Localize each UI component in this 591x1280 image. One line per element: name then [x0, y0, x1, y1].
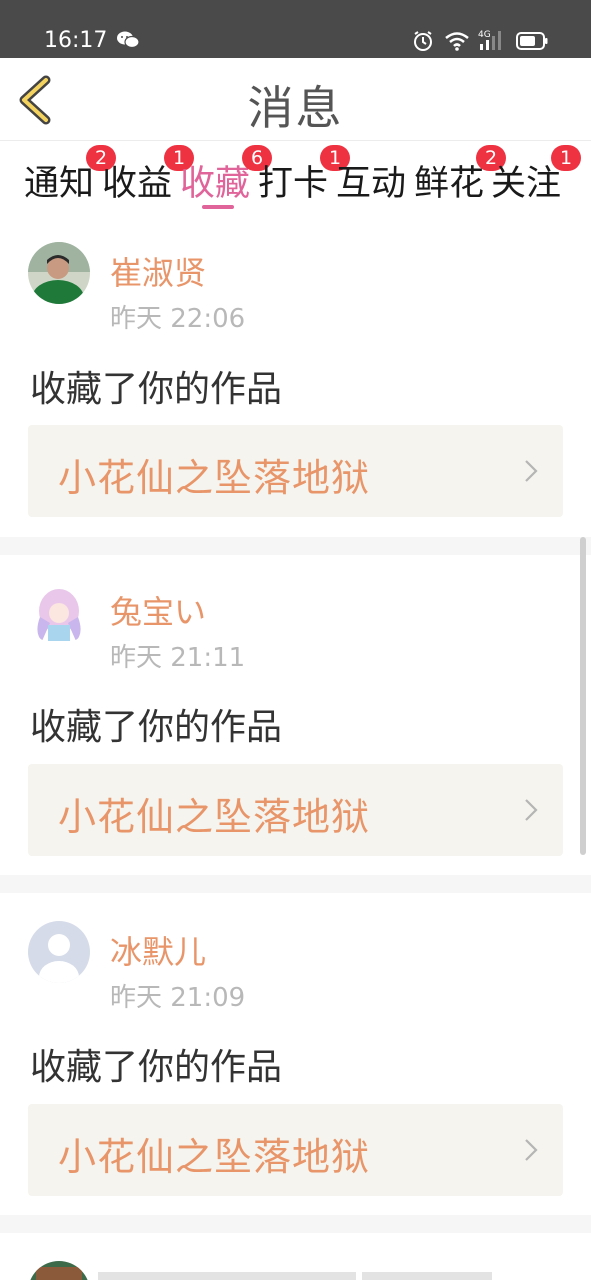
default-avatar-icon[interactable] — [28, 921, 90, 983]
action-text: 收藏了你的作品 — [30, 707, 283, 748]
tab-label: 打卡 — [258, 164, 329, 204]
tab-follow[interactable]: 关注 1 — [491, 145, 582, 206]
status-time: 16:17 — [44, 28, 108, 53]
tab-interaction[interactable]: 互动 — [336, 155, 406, 206]
active-tab-indicator — [202, 205, 234, 209]
work-title: 小花仙之坠落地狱 — [58, 456, 371, 500]
tab-notice[interactable]: 通知 2 — [24, 145, 117, 206]
action-text: 收藏了你的作品 — [30, 1047, 283, 1088]
tab-favorites[interactable]: 收藏 6 — [180, 145, 273, 206]
message-card: 冰默儿 昨天 21:09 收藏了你的作品 小花仙之坠落地狱 — [0, 893, 591, 1215]
wechat-icon — [117, 31, 140, 49]
signal-4g-icon: 4G — [478, 30, 501, 50]
page-title: 消息 — [247, 81, 344, 135]
work-link[interactable]: 小花仙之坠落地狱 — [28, 764, 563, 856]
chevron-right-icon — [525, 1139, 538, 1161]
chevron-right-icon — [525, 799, 538, 821]
tab-label: 收藏 — [180, 164, 251, 204]
scrollbar[interactable] — [580, 537, 586, 855]
tab-label: 鲜花 — [414, 164, 485, 204]
overlay-bar — [98, 1272, 356, 1280]
action-text: 收藏了你的作品 — [30, 369, 283, 410]
user-name[interactable]: 崔淑贤 — [110, 248, 206, 294]
tab-earnings[interactable]: 收益 1 — [102, 145, 195, 206]
header: 消息 — [0, 58, 591, 141]
work-link[interactable]: 小花仙之坠落地狱 — [28, 1104, 563, 1196]
status-bar: 16:17 4G — [0, 0, 591, 58]
alarm-icon — [414, 31, 432, 51]
message-card: 兔宝い 昨天 21:11 收藏了你的作品 小花仙之坠落地狱 — [0, 555, 591, 875]
avatar[interactable] — [28, 242, 90, 304]
user-name[interactable]: 兔宝い — [110, 587, 206, 633]
svg-text:4G: 4G — [478, 30, 491, 40]
card-divider — [0, 875, 591, 893]
timestamp: 昨天 21:09 — [110, 983, 246, 1013]
work-title: 小花仙之坠落地狱 — [58, 1135, 371, 1179]
work-link[interactable]: 小花仙之坠落地狱 — [28, 425, 563, 517]
timestamp: 昨天 21:11 — [110, 643, 246, 673]
tab-label: 互动 — [336, 164, 407, 204]
tab-checkin[interactable]: 打卡 1 — [258, 145, 351, 206]
chevron-right-icon — [525, 460, 538, 482]
battery-icon — [516, 32, 548, 50]
tab-bar: 通知 2 收益 1 收藏 6 打卡 1 互动 鲜花 2 关注 1 — [0, 141, 591, 219]
work-title: 小花仙之坠落地狱 — [58, 795, 371, 839]
avatar[interactable] — [28, 1261, 90, 1280]
wifi-icon — [445, 32, 469, 51]
timestamp: 昨天 22:06 — [110, 304, 246, 334]
tab-flowers[interactable]: 鲜花 2 — [414, 145, 507, 206]
tab-label: 关注 — [491, 164, 562, 204]
card-divider — [0, 537, 591, 555]
avatar[interactable] — [28, 583, 90, 645]
user-name[interactable]: 冰默儿 — [110, 927, 206, 973]
tab-badge: 1 — [551, 145, 582, 171]
message-card: 崔淑贤 昨天 22:06 收藏了你的作品 小花仙之坠落地狱 — [0, 220, 591, 537]
tab-label: 通知 — [24, 164, 95, 204]
overlay-bar — [362, 1272, 492, 1280]
tab-label: 收益 — [102, 164, 173, 204]
card-divider — [0, 1215, 591, 1233]
